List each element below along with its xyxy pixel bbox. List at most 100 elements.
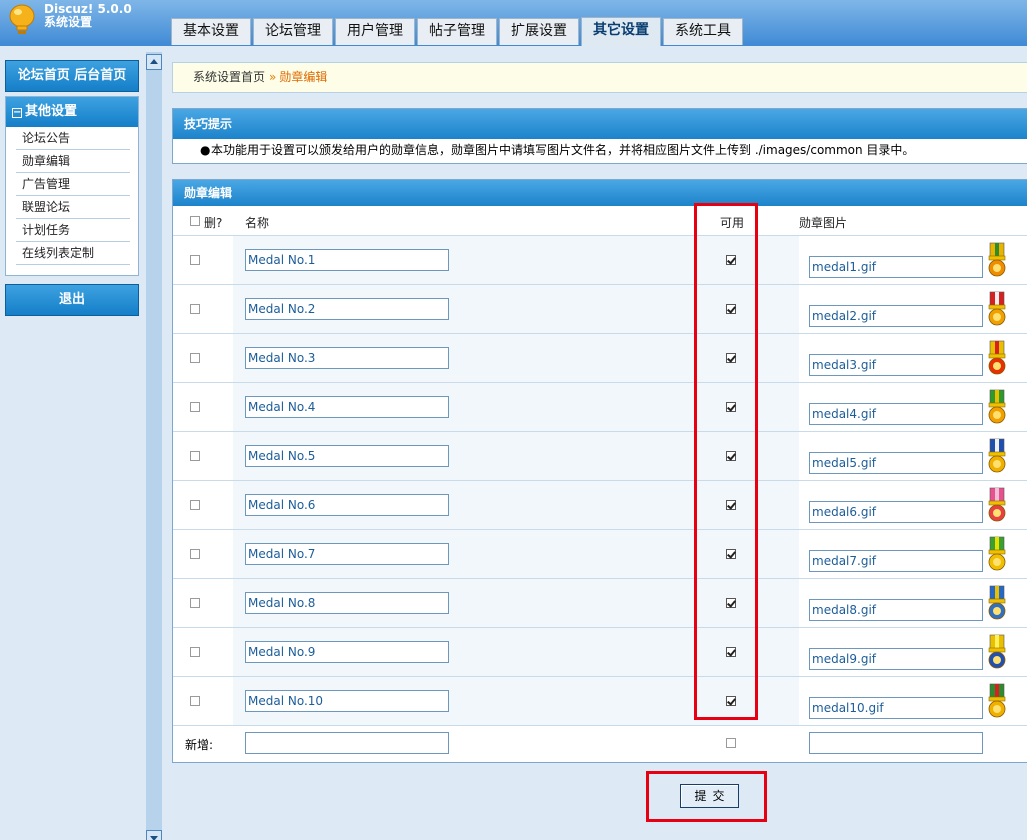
lightbulb-logo-icon	[9, 4, 35, 34]
available-checkbox[interactable]	[726, 696, 736, 706]
medal-name-input[interactable]	[245, 494, 449, 516]
tab-basic-settings[interactable]: 基本设置	[171, 18, 251, 45]
collapse-icon[interactable]: −	[12, 108, 22, 118]
available-checkbox[interactable]	[726, 255, 736, 265]
new-medal-row: 新增:	[173, 726, 1027, 760]
available-checkbox[interactable]	[726, 647, 736, 657]
tab-extension-settings[interactable]: 扩展设置	[499, 18, 579, 45]
tab-forum-management[interactable]: 论坛管理	[253, 18, 333, 45]
table-row	[173, 579, 1027, 628]
table-header: 删? 名称 可用 勋章图片	[173, 206, 1027, 236]
other-settings-header[interactable]: − 其他设置	[6, 97, 138, 127]
sidebar-item-medal-edit[interactable]: 勋章编辑	[16, 150, 130, 173]
available-checkbox[interactable]	[726, 353, 736, 363]
available-checkbox[interactable]	[726, 402, 736, 412]
table-row	[173, 432, 1027, 481]
new-medal-name-input[interactable]	[245, 732, 449, 754]
delete-checkbox[interactable]	[190, 304, 200, 314]
left-sidebar: 论坛首页 后台首页 − 其他设置 论坛公告 勋章编辑 广告管理 联盟论坛 计划任务…	[0, 46, 146, 840]
table-row	[173, 334, 1027, 383]
sidebar-item-announcements[interactable]: 论坛公告	[16, 127, 130, 150]
medal-image-input[interactable]	[809, 305, 983, 327]
medal-icon	[988, 438, 1006, 473]
tab-system-tools[interactable]: 系统工具	[663, 18, 743, 45]
submit-button[interactable]: 提交	[680, 784, 739, 808]
new-medal-image-input[interactable]	[809, 732, 983, 754]
medal-edit-title: 勋章编辑	[173, 180, 1027, 206]
medal-image-input[interactable]	[809, 256, 983, 278]
available-checkbox[interactable]	[726, 549, 736, 559]
delete-checkbox[interactable]	[190, 353, 200, 363]
delete-checkbox[interactable]	[190, 402, 200, 412]
breadcrumb: 系统设置首页 » 勋章编辑	[172, 62, 1027, 93]
sidebar-item-online-list[interactable]: 在线列表定制	[16, 242, 130, 265]
frame-splitter[interactable]	[146, 52, 162, 840]
table-row	[173, 481, 1027, 530]
available-checkbox[interactable]	[726, 451, 736, 461]
delete-checkbox[interactable]	[190, 549, 200, 559]
medal-icon	[988, 291, 1006, 326]
tab-user-management[interactable]: 用户管理	[335, 18, 415, 45]
medal-name-input[interactable]	[245, 445, 449, 467]
medal-name-input[interactable]	[245, 396, 449, 418]
delete-checkbox[interactable]	[190, 451, 200, 461]
logout-button[interactable]: 退出	[5, 284, 139, 316]
main-content: 系统设置首页» 勋章编辑 技巧提示 ● 本功能用于设置可以颁发给用户的勋章信息，勋…	[162, 46, 1027, 840]
medal-image-input[interactable]	[809, 599, 983, 621]
medal-edit-table: 勋章编辑 删? 名称 可用 勋章图片 新增:	[172, 179, 1027, 763]
sidebar-item-union-forums[interactable]: 联盟论坛	[16, 196, 130, 219]
top-bar: Discuz! 5.0.0 系统设置 基本设置 论坛管理 用户管理 帖子管理 扩…	[0, 0, 1027, 46]
medal-name-input[interactable]	[245, 249, 449, 271]
medal-icon	[988, 242, 1006, 277]
medal-name-input[interactable]	[245, 298, 449, 320]
available-checkbox[interactable]	[726, 500, 736, 510]
table-row	[173, 677, 1027, 726]
medal-image-input[interactable]	[809, 354, 983, 376]
scroll-up-icon[interactable]	[146, 54, 162, 70]
sidebar-item-ad-management[interactable]: 广告管理	[16, 173, 130, 196]
medal-image-input[interactable]	[809, 501, 983, 523]
medal-name-input[interactable]	[245, 641, 449, 663]
delete-checkbox[interactable]	[190, 500, 200, 510]
medal-icon	[988, 487, 1006, 522]
medal-icon	[988, 683, 1006, 718]
sidebar-item-scheduled-tasks[interactable]: 计划任务	[16, 219, 130, 242]
available-checkbox[interactable]	[726, 304, 736, 314]
tab-post-management[interactable]: 帖子管理	[417, 18, 497, 45]
medal-name-input[interactable]	[245, 543, 449, 565]
medal-icon	[988, 389, 1006, 424]
new-medal-available-checkbox[interactable]	[726, 738, 736, 748]
medal-image-input[interactable]	[809, 648, 983, 670]
medal-name-input[interactable]	[245, 592, 449, 614]
medal-icon	[988, 340, 1006, 375]
new-medal-label: 新增:	[185, 738, 214, 752]
medal-name-input[interactable]	[245, 690, 449, 712]
delete-checkbox[interactable]	[190, 696, 200, 706]
available-checkbox[interactable]	[726, 598, 736, 608]
table-row	[173, 530, 1027, 579]
medal-image-input[interactable]	[809, 550, 983, 572]
medal-image-input[interactable]	[809, 452, 983, 474]
breadcrumb-root[interactable]: 系统设置首页	[193, 70, 265, 84]
delete-checkbox[interactable]	[190, 598, 200, 608]
tips-box: 技巧提示 ● 本功能用于设置可以颁发给用户的勋章信息，勋章图片中请填写图片文件名…	[172, 108, 1027, 164]
forum-home-admin-home-links[interactable]: 论坛首页 后台首页	[5, 60, 139, 92]
delete-checkbox[interactable]	[190, 647, 200, 657]
delete-checkbox[interactable]	[190, 255, 200, 265]
tips-title: 技巧提示	[173, 109, 1027, 139]
scroll-down-icon[interactable]	[146, 830, 162, 840]
tab-other-settings[interactable]: 其它设置	[581, 17, 661, 46]
table-row	[173, 383, 1027, 432]
medal-name-input[interactable]	[245, 347, 449, 369]
bullet-icon: ●	[200, 143, 211, 157]
medal-image-input[interactable]	[809, 697, 983, 719]
medal-image-input[interactable]	[809, 403, 983, 425]
breadcrumb-separator: »	[269, 70, 277, 84]
select-all-delete-checkbox[interactable]	[190, 216, 200, 226]
tips-text: 本功能用于设置可以颁发给用户的勋章信息，勋章图片中请填写图片文件名，并将相应图片…	[211, 143, 915, 157]
breadcrumb-current: 勋章编辑	[279, 70, 328, 84]
table-row	[173, 236, 1027, 285]
app-subtitle: 系统设置	[44, 15, 93, 29]
table-row	[173, 285, 1027, 334]
column-medal-image: 勋章图片	[799, 216, 848, 230]
